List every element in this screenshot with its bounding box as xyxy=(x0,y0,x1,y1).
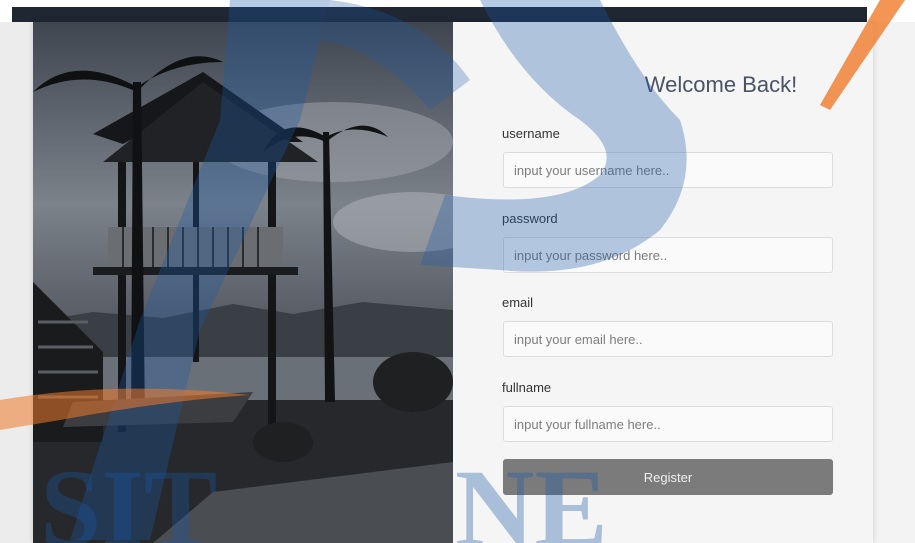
top-dark-strip xyxy=(12,7,867,22)
page-right-margin xyxy=(873,22,915,543)
browser-top-bar xyxy=(0,0,915,22)
register-button[interactable]: Register xyxy=(503,459,833,495)
register-card: Welcome Back! username password email fu… xyxy=(33,22,873,543)
register-form: Welcome Back! username password email fu… xyxy=(453,22,873,543)
email-label: email xyxy=(502,295,534,310)
username-input[interactable] xyxy=(503,152,833,188)
password-label: password xyxy=(502,211,558,226)
username-label: username xyxy=(502,126,560,141)
resort-photo-image xyxy=(33,22,453,543)
password-input[interactable] xyxy=(503,237,833,273)
fullname-label: fullname xyxy=(502,380,552,395)
resort-photo xyxy=(33,22,453,543)
email-input[interactable] xyxy=(503,321,833,357)
form-title: Welcome Back! xyxy=(644,72,798,97)
fullname-input[interactable] xyxy=(503,406,833,442)
